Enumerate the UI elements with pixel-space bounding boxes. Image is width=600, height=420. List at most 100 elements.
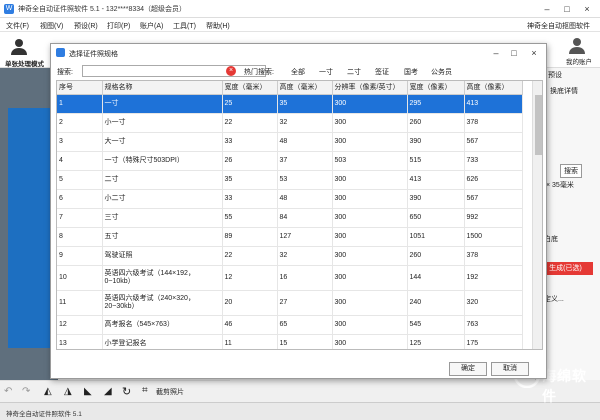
table-cell: 7 [57, 208, 103, 228]
table-cell: 35 [277, 94, 333, 114]
cancel-button[interactable]: 取消 [491, 362, 529, 376]
table-cell: 12 [57, 315, 103, 335]
table-cell: 192 [464, 265, 523, 291]
menu-account[interactable]: 账户(A) [140, 21, 163, 31]
table-row[interactable]: 8 五寸 89 127 300 1051 1500 [57, 227, 523, 247]
menu-help[interactable]: 帮助(H) [206, 21, 230, 31]
table-row[interactable]: 9 驾驶证照 22 32 300 260 378 [57, 246, 523, 266]
preset-dropdown[interactable]: 预设 [548, 70, 562, 80]
table-cell: 1500 [464, 227, 523, 247]
table-cell: 1 [57, 94, 103, 114]
table-row[interactable]: 1 一寸 25 35 300 295 413 [57, 94, 523, 114]
table-row[interactable]: 4 一寸（特殊尺寸503DPI） 26 37 503 515 733 [57, 151, 523, 171]
table-cell: 300 [332, 227, 408, 247]
dialog-title-bar: 选择证件照规格 – □ × [51, 44, 546, 62]
search-input[interactable] [82, 65, 266, 77]
dialog-maximize-icon[interactable]: □ [507, 47, 521, 59]
table-cell: 英语四六级考试（240×320，20~30kb） [102, 290, 223, 316]
table-cell: 5 [57, 170, 103, 190]
hot-tag-all[interactable]: 全部 [291, 67, 305, 77]
flip-icon[interactable]: ◭ [44, 386, 52, 397]
mode-label[interactable]: 单张处理模式 [5, 58, 44, 68]
hot-tag-visa[interactable]: 签证 [375, 67, 389, 77]
dialog-title: 选择证件照规格 [69, 51, 118, 58]
table-cell: 650 [407, 208, 465, 228]
table-cell: 48 [277, 189, 333, 209]
crop-photo-button[interactable]: 截剪照片 [156, 387, 184, 397]
table-row[interactable]: 3 大一寸 33 48 300 390 567 [57, 132, 523, 152]
table-cell: 25 [222, 94, 278, 114]
rotate-right-icon[interactable]: ◢ [104, 386, 112, 397]
table-cell: 11 [57, 290, 103, 316]
col-index[interactable]: 序号 [57, 81, 103, 95]
table-cell: 515 [407, 151, 465, 171]
col-width-px[interactable]: 宽度（像素） [407, 81, 465, 95]
table-cell: 53 [277, 170, 333, 190]
table-row[interactable]: 10 英语四六级考试（144×192，0~10kb） 12 16 300 144 192 [57, 265, 523, 291]
hot-tag-civil-servant[interactable]: 公务员 [431, 67, 452, 77]
table-cell: 20 [222, 290, 278, 316]
hot-tag-national-exam[interactable]: 国考 [404, 67, 418, 77]
col-height-px[interactable]: 高度（像素） [464, 81, 523, 95]
menu-tools[interactable]: 工具(T) [173, 21, 196, 31]
table-cell: 378 [464, 113, 523, 133]
table-cell: 8 [57, 227, 103, 247]
flip-vertical-icon[interactable]: ◮ [64, 386, 72, 397]
table-cell: 378 [464, 246, 523, 266]
scroll-thumb[interactable] [535, 95, 542, 155]
hot-search-label: 热门搜索: [244, 69, 274, 76]
hot-tag-1inch[interactable]: 一寸 [319, 67, 333, 77]
table-cell: 260 [407, 246, 465, 266]
table-row[interactable]: 2 小一寸 22 32 300 260 378 [57, 113, 523, 133]
col-width-mm[interactable]: 宽度（毫米） [222, 81, 278, 95]
user-icon[interactable] [10, 37, 28, 55]
refresh-icon[interactable]: ↻ [122, 385, 131, 398]
table-cell: 175 [464, 334, 523, 349]
hot-tag-2inch[interactable]: 二寸 [347, 67, 361, 77]
dialog-close-icon[interactable]: × [527, 47, 541, 59]
minimize-icon[interactable]: – [540, 3, 554, 15]
table-row[interactable]: 7 三寸 55 84 300 650 992 [57, 208, 523, 228]
table-row[interactable]: 6 小二寸 33 48 300 390 567 [57, 189, 523, 209]
table-cell: 300 [332, 132, 408, 152]
table-cell: 127 [277, 227, 333, 247]
tab-background[interactable]: 换底详情 [550, 86, 578, 96]
table-row[interactable]: 13 小学登记报名 11 15 300 125 175 [57, 334, 523, 349]
table-row[interactable]: 11 英语四六级考试（240×320，20~30kb） 20 27 300 240 320 [57, 290, 523, 316]
menu-file[interactable]: 文件(F) [6, 21, 29, 31]
brand-link[interactable]: 神奇全自动抠图软件 [527, 21, 590, 31]
table-cell: 35 [222, 170, 278, 190]
dialog-minimize-icon[interactable]: – [489, 47, 503, 59]
col-dpi[interactable]: 分辨率（像素/英寸） [332, 81, 408, 95]
dialog-app-icon [56, 48, 65, 57]
status-bar: 神奇全自动证件照软件 5.1 [0, 402, 600, 420]
col-height-mm[interactable]: 高度（毫米） [277, 81, 333, 95]
table-cell: 626 [464, 170, 523, 190]
menu-view[interactable]: 视图(V) [40, 21, 63, 31]
redo-icon[interactable]: ↷ [22, 386, 30, 397]
col-name[interactable]: 规格名称 [102, 81, 223, 95]
table-row[interactable]: 12 高考报名（545×763） 46 65 300 545 763 [57, 315, 523, 335]
table-cell: 6 [57, 189, 103, 209]
table-row[interactable]: 5 二寸 35 53 300 413 626 [57, 170, 523, 190]
clear-search-icon[interactable]: × [226, 66, 236, 76]
menu-preset[interactable]: 预设(R) [74, 21, 98, 31]
account-icon[interactable] [568, 36, 586, 54]
menu-print[interactable]: 打印(P) [107, 21, 130, 31]
table-cell: 390 [407, 189, 465, 209]
ok-button[interactable]: 确定 [449, 362, 487, 376]
table-cell: 300 [332, 94, 408, 114]
rotate-left-icon[interactable]: ◣ [84, 386, 92, 397]
bottom-toolbar: ↶ ↷ ◭ ◮ ◣ ◢ ↻ ⌗ 截剪照片 [0, 380, 230, 402]
maximize-icon[interactable]: □ [560, 3, 574, 15]
my-account-label[interactable]: 我的账户 [566, 56, 592, 66]
close-icon[interactable]: × [580, 3, 594, 15]
table-scrollbar[interactable] [532, 81, 542, 349]
table-cell: 763 [464, 315, 523, 335]
table-cell: 300 [332, 246, 408, 266]
size-text: × 35毫米 [546, 182, 574, 189]
table-cell: 48 [277, 132, 333, 152]
search-button[interactable]: 搜索 [560, 164, 582, 178]
undo-icon[interactable]: ↶ [4, 386, 12, 397]
crop-icon[interactable]: ⌗ [142, 385, 148, 396]
